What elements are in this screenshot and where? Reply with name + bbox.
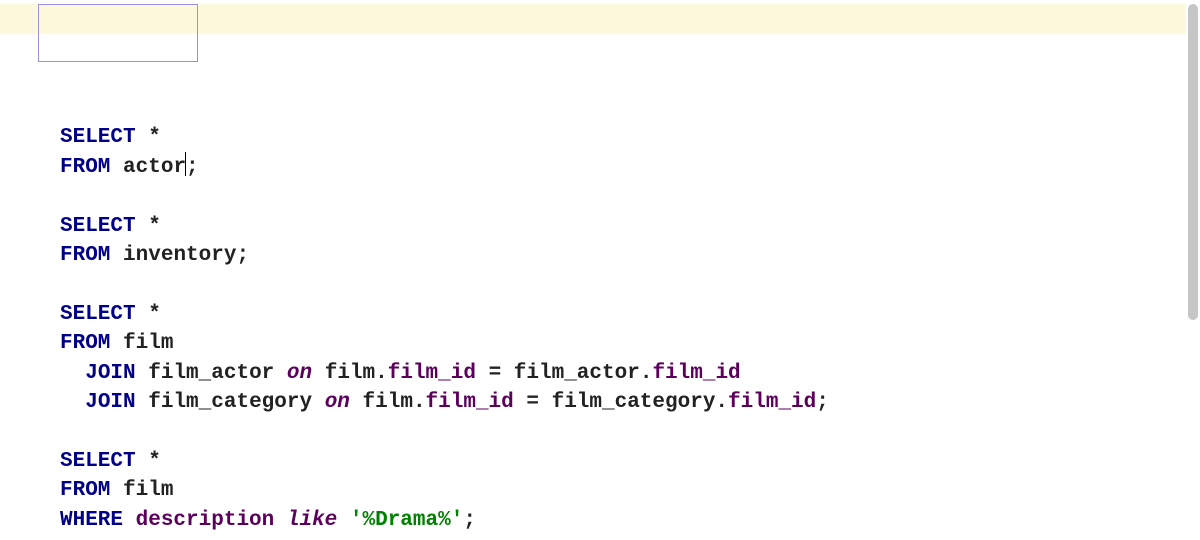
code-token: film_actor	[514, 362, 640, 385]
code-token: .	[640, 362, 653, 385]
code-line[interactable]: FROM actor;	[60, 152, 1200, 182]
code-token	[274, 362, 287, 385]
code-token: FROM	[60, 244, 110, 267]
code-token	[136, 362, 149, 385]
code-token	[514, 391, 527, 414]
code-area[interactable]: SELECT *FROM actor; SELECT *FROM invento…	[60, 123, 1200, 535]
code-token	[476, 362, 489, 385]
code-token: JOIN	[85, 362, 135, 385]
code-token: SELECT	[60, 303, 136, 326]
code-token: SELECT	[60, 126, 136, 149]
code-token: film_category	[148, 391, 312, 414]
code-token: =	[489, 362, 502, 385]
code-token	[274, 509, 287, 532]
code-token	[312, 362, 325, 385]
code-line[interactable]: WHERE description like '%Drama%';	[60, 506, 1200, 535]
code-token: ;	[463, 509, 476, 532]
code-token: *	[148, 303, 161, 326]
code-token: SELECT	[60, 450, 136, 473]
code-line[interactable]: FROM inventory;	[60, 241, 1200, 270]
code-token: film_id	[388, 362, 476, 385]
code-token: JOIN	[85, 391, 135, 414]
code-token: film_id	[728, 391, 816, 414]
code-token	[501, 362, 514, 385]
code-line[interactable]: JOIN film_category on film.film_id = fil…	[60, 388, 1200, 417]
code-token: ;	[816, 391, 829, 414]
code-token: like	[287, 509, 337, 532]
code-token: ;	[186, 156, 199, 179]
code-token: film_category	[552, 391, 716, 414]
code-token: ;	[236, 244, 249, 267]
code-token	[110, 244, 123, 267]
code-token	[136, 391, 149, 414]
code-token: .	[413, 391, 426, 414]
code-token	[136, 126, 149, 149]
code-token: film	[123, 332, 173, 355]
code-token: film	[363, 391, 413, 414]
code-token: SELECT	[60, 215, 136, 238]
code-token: =	[526, 391, 539, 414]
code-token: on	[287, 362, 312, 385]
code-token	[312, 391, 325, 414]
code-token	[539, 391, 552, 414]
code-token: '%Drama%'	[350, 509, 463, 532]
code-token	[136, 450, 149, 473]
code-token	[60, 362, 85, 385]
code-line[interactable]: SELECT *	[60, 212, 1200, 241]
code-token: actor	[123, 156, 186, 179]
code-token	[350, 391, 363, 414]
code-token: film	[325, 362, 375, 385]
code-token: film_id	[426, 391, 514, 414]
code-token	[110, 479, 123, 502]
code-token: .	[375, 362, 388, 385]
code-line[interactable]	[60, 417, 1200, 446]
code-token: FROM	[60, 332, 110, 355]
code-token: *	[148, 126, 161, 149]
code-line[interactable]: JOIN film_actor on film.film_id = film_a…	[60, 359, 1200, 388]
code-line[interactable]	[60, 271, 1200, 300]
current-line-highlight	[0, 4, 1186, 34]
code-token: inventory	[123, 244, 236, 267]
code-token	[60, 391, 85, 414]
code-line[interactable]: SELECT *	[60, 447, 1200, 476]
code-token: FROM	[60, 156, 110, 179]
code-token: film_id	[652, 362, 740, 385]
code-token	[337, 509, 350, 532]
code-line[interactable]	[60, 182, 1200, 211]
code-token: FROM	[60, 479, 110, 502]
code-line[interactable]: SELECT *	[60, 300, 1200, 329]
code-token: on	[325, 391, 350, 414]
code-token	[123, 509, 136, 532]
code-token	[136, 303, 149, 326]
code-token	[110, 332, 123, 355]
code-token: description	[136, 509, 275, 532]
code-line[interactable]: FROM film	[60, 329, 1200, 358]
sql-editor[interactable]: SELECT *FROM actor; SELECT *FROM invento…	[0, 0, 1200, 540]
code-token: *	[148, 450, 161, 473]
code-token: WHERE	[60, 509, 123, 532]
code-token	[136, 215, 149, 238]
code-token: film_actor	[148, 362, 274, 385]
code-token	[110, 156, 123, 179]
code-token: .	[715, 391, 728, 414]
code-token: *	[148, 215, 161, 238]
code-line[interactable]: SELECT *	[60, 123, 1200, 152]
code-token: film	[123, 479, 173, 502]
code-line[interactable]: FROM film	[60, 476, 1200, 505]
